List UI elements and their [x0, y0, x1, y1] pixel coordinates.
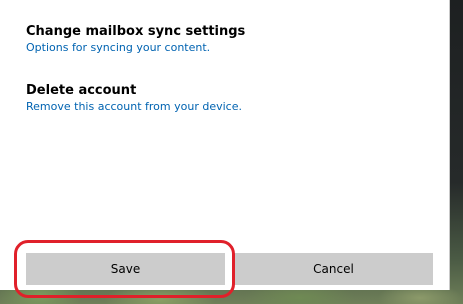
sync-settings-link[interactable]: Options for syncing your content.: [26, 40, 245, 56]
sync-settings-title: Change mailbox sync settings: [26, 24, 246, 39]
account-settings-dialog: Change mailbox sync settings Options for…: [0, 0, 449, 290]
delete-account-option[interactable]: Delete account Remove this account from …: [26, 83, 242, 115]
delete-account-title: Delete account: [26, 83, 137, 98]
delete-account-link[interactable]: Remove this account from your device.: [26, 99, 242, 115]
save-button[interactable]: Save: [26, 253, 225, 285]
cancel-button[interactable]: Cancel: [234, 253, 433, 285]
sync-settings-option[interactable]: Change mailbox sync settings Options for…: [26, 24, 245, 56]
